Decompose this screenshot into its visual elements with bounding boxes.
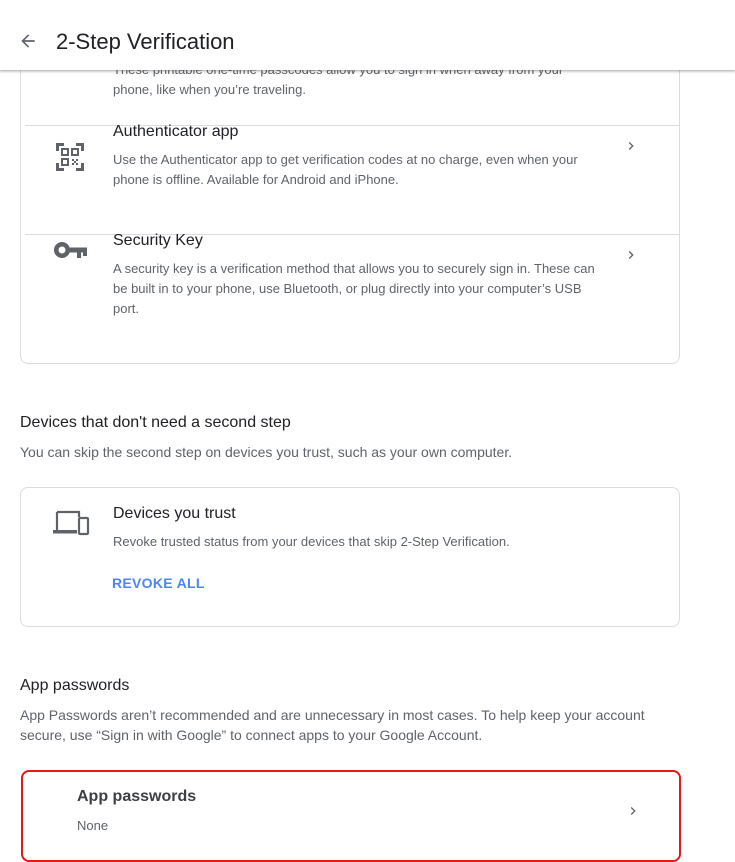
app-passwords-row[interactable]: App passwords None bbox=[21, 770, 681, 862]
back-button[interactable] bbox=[14, 27, 42, 55]
app-passwords-section-desc: App Passwords aren’t recommended and are… bbox=[20, 707, 645, 743]
qr-code-icon bbox=[56, 143, 84, 171]
authenticator-app-row[interactable]: Authenticator app Use the Authenticator … bbox=[21, 123, 679, 234]
devices-you-trust-desc: Revoke trusted status from your devices … bbox=[113, 534, 510, 549]
app-header: 2-Step Verification bbox=[0, 0, 735, 70]
chevron-right-icon bbox=[628, 251, 634, 259]
authenticator-app-title: Authenticator app bbox=[113, 123, 239, 140]
devices-icon bbox=[53, 510, 90, 536]
page-title: 2-Step Verification bbox=[56, 29, 235, 54]
arrow-back-icon bbox=[21, 34, 35, 48]
devices-section-desc: You can skip the second step on devices … bbox=[20, 444, 513, 460]
chevron-right-icon bbox=[628, 142, 634, 150]
authenticator-app-desc: Use the Authenticator app to get verific… bbox=[113, 152, 578, 187]
devices-you-trust-card: Devices you trust Revoke trusted status … bbox=[20, 487, 680, 627]
key-icon bbox=[54, 242, 87, 258]
security-key-row[interactable]: Security Key A security key is a verific… bbox=[21, 232, 679, 363]
app-passwords-section-heading: App passwords bbox=[20, 677, 130, 694]
revoke-all-button[interactable]: REVOKE ALL bbox=[112, 575, 205, 591]
app-passwords-title: App passwords bbox=[77, 788, 197, 805]
security-key-title: Security Key bbox=[113, 232, 203, 249]
devices-section-heading: Devices that don't need a second step bbox=[20, 414, 291, 431]
devices-you-trust-title: Devices you trust bbox=[113, 505, 236, 522]
chevron-right-icon bbox=[630, 807, 636, 815]
app-passwords-value: None bbox=[77, 818, 109, 833]
security-key-desc: A security key is a verification method … bbox=[113, 261, 595, 316]
